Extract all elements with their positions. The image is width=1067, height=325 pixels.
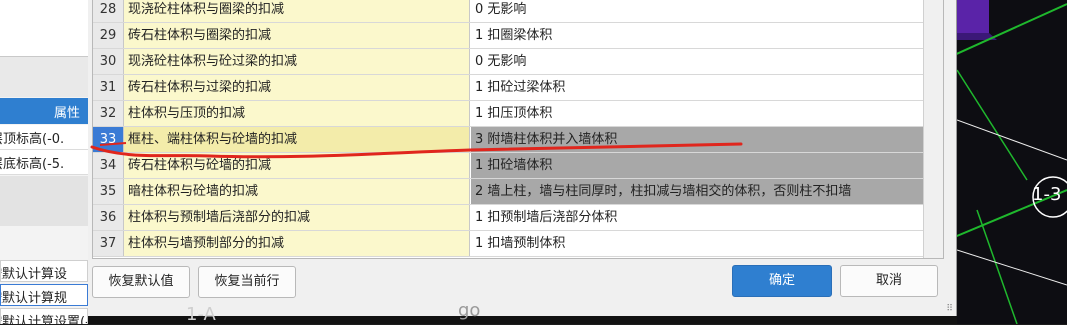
model-viewport[interactable] <box>957 0 1067 324</box>
calc-setting-label: 按默认计算设 <box>1 267 68 282</box>
panel-top-area <box>0 0 88 57</box>
table-row[interactable]: 34 砖石柱体积与砼墙的扣减 1 扣砼墙体积 <box>93 153 943 179</box>
axis-label-bottom: 1-A <box>186 304 216 325</box>
viewport-drawing <box>957 0 1067 324</box>
calc-setting-item[interactable]: 按默认计算设 <box>0 260 88 282</box>
rule-name: 柱体积与预制墙后浇部分的扣减 <box>124 205 470 230</box>
row-number: 34 <box>93 153 124 178</box>
axis-label: 1-3 <box>1032 184 1062 205</box>
table-row-selected[interactable]: 33 框柱、端柱体积与砼墙的扣减 3 附墙柱体积并入墙体积 <box>93 127 943 153</box>
panel-gap <box>0 57 88 97</box>
row-number: 32 <box>93 101 124 126</box>
table-row[interactable]: 30 现浇砼柱体积与砼过梁的扣减 0 无影响 <box>93 49 943 75</box>
rule-name: 现浇砼柱体积与圈梁的扣减 <box>124 0 470 22</box>
axis-line <box>957 69 1028 181</box>
table-row[interactable]: 32 柱体积与压顶的扣减 1 扣压顶体积 <box>93 101 943 127</box>
rule-value[interactable]: 0 无影响 <box>471 49 923 74</box>
rule-value[interactable]: 2 墙上柱，墙与柱同厚时，柱扣减与墙相交的体积，否则柱不扣墙 <box>471 179 923 204</box>
viewport-text-fragment: go <box>458 300 481 321</box>
property-header: 属性 <box>0 98 88 124</box>
row-number: 31 <box>93 75 124 100</box>
table-row[interactable]: 29 砖石柱体积与圈梁的扣减 1 扣圈梁体积 <box>93 23 943 49</box>
rule-name: 暗柱体积与砼墙的扣减 <box>124 179 470 204</box>
cancel-button[interactable]: 取消 <box>840 265 938 297</box>
rule-name: 砖石柱体积与砼墙的扣减 <box>124 153 470 178</box>
calc-setting-label-2: 按默认计算设置(-5.05) <box>1 315 87 324</box>
purple-slab <box>957 0 989 33</box>
rule-value[interactable]: 1 扣砼过梁体积 <box>471 75 923 100</box>
calc-rule-item[interactable]: 按默认计算规 <box>0 284 88 306</box>
table-row[interactable]: 35 暗柱体积与砼墙的扣减 2 墙上柱，墙与柱同厚时，柱扣减与墙相交的体积，否则… <box>93 179 943 205</box>
row-number: 33 <box>93 127 124 152</box>
calc-rule-label: 按默认计算规 <box>1 291 68 306</box>
property-row-label: 层顶标高(-0. <box>0 132 65 147</box>
row-number: 28 <box>93 0 124 22</box>
table-row[interactable]: 28 现浇砼柱体积与圈梁的扣减 0 无影响 <box>93 0 943 23</box>
restore-current-row-button[interactable]: 恢复当前行 <box>198 266 296 298</box>
rule-name: 柱体积与墙预制部分的扣减 <box>124 231 470 256</box>
ok-button[interactable]: 确定 <box>732 265 832 297</box>
rule-value[interactable]: 1 扣砼墙体积 <box>471 153 923 178</box>
rule-value[interactable]: 1 扣圈梁体积 <box>471 23 923 48</box>
grid-line <box>957 119 1067 161</box>
row-number: 30 <box>93 49 124 74</box>
property-header-label: 属性 <box>53 106 80 121</box>
table-row[interactable]: 37 柱体积与墙预制部分的扣减 1 扣墙预制体积 <box>93 231 943 257</box>
rule-value[interactable]: 1 扣墙预制体积 <box>471 231 923 256</box>
panel-gray-area <box>0 176 88 226</box>
deduction-rules-dialog: 28 现浇砼柱体积与圈梁的扣减 0 无影响 29 砖石柱体积与圈梁的扣减 1 扣… <box>88 0 957 316</box>
restore-default-button[interactable]: 恢复默认值 <box>92 266 190 298</box>
rule-name: 砖石柱体积与圈梁的扣减 <box>124 23 470 48</box>
rule-name: 框柱、端柱体积与砼墙的扣减 <box>124 127 470 152</box>
property-row-top-elevation[interactable]: 层顶标高(-0. <box>0 125 88 150</box>
vertical-scrollbar[interactable] <box>923 0 943 258</box>
rule-name: 现浇砼柱体积与砼过梁的扣减 <box>124 49 470 74</box>
rule-name: 柱体积与压顶的扣减 <box>124 101 470 126</box>
row-number: 29 <box>93 23 124 48</box>
property-row-label: 层底标高(-5. <box>0 157 65 172</box>
rules-table: 28 现浇砼柱体积与圈梁的扣减 0 无影响 29 砖石柱体积与圈梁的扣减 1 扣… <box>92 0 944 259</box>
row-number: 35 <box>93 179 124 204</box>
viewport-bottom-strip <box>88 316 957 324</box>
calc-setting-item-2[interactable]: 按默认计算设置(-5.05) <box>0 308 88 324</box>
rule-value[interactable]: 1 扣预制墙后浇部分体积 <box>471 205 923 230</box>
table-row[interactable]: 31 砖石柱体积与过梁的扣减 1 扣砼过梁体积 <box>93 75 943 101</box>
property-panel: 属性 层顶标高(-0. 层底标高(-5. 按默认计算设 按默认计算规 按默认计算… <box>0 0 88 324</box>
property-row-bottom-elevation[interactable]: 层底标高(-5. <box>0 150 88 175</box>
row-number: 37 <box>93 231 124 256</box>
row-number: 36 <box>93 205 124 230</box>
rule-value[interactable]: 0 无影响 <box>471 0 923 22</box>
table-row[interactable]: 36 柱体积与预制墙后浇部分的扣减 1 扣预制墙后浇部分体积 <box>93 205 943 231</box>
grid-line <box>957 249 1067 286</box>
rule-value[interactable]: 1 扣压顶体积 <box>471 101 923 126</box>
resize-grip-icon[interactable]: ⠿ <box>946 304 953 314</box>
rule-name: 砖石柱体积与过梁的扣减 <box>124 75 470 100</box>
rule-value[interactable]: 3 附墙柱体积并入墙体积 <box>471 127 923 152</box>
